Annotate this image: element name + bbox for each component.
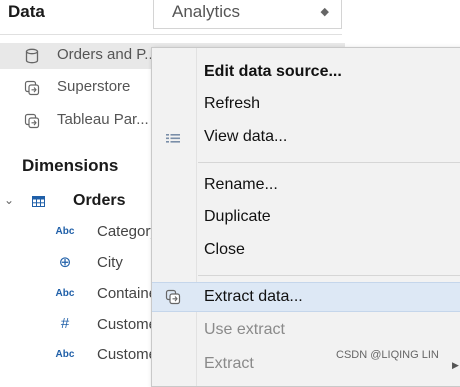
datasource-label: Tableau Par...: [57, 111, 149, 128]
menu-item-edit-data-source[interactable]: Edit data source...: [152, 58, 460, 88]
menu-item-extract-data[interactable]: Extract data...: [152, 282, 460, 312]
menu-item-label: Extract data...: [204, 288, 303, 305]
menu-item-use-extract[interactable]: Use extract: [152, 316, 460, 346]
linked-datasource-icon: [24, 80, 40, 96]
menu-item-label: Rename...: [204, 176, 278, 193]
datasource-label: Superstore: [57, 78, 131, 95]
linked-datasource-icon: [24, 113, 40, 129]
menu-item-label: Use extract: [204, 321, 285, 338]
number-type-icon: #: [60, 315, 70, 332]
extract-icon: [165, 289, 181, 305]
view-data-icon: [166, 134, 180, 143]
field-row[interactable]: Abc Category: [0, 221, 158, 245]
field-row[interactable]: # Customer ID: [0, 314, 181, 338]
dimensions-title: Dimensions: [22, 156, 119, 175]
menu-item-duplicate[interactable]: Duplicate: [152, 203, 460, 233]
sort-arrows-icon: ◆: [320, 6, 329, 18]
menu-item-label: Edit data source...: [204, 63, 342, 80]
menu-separator: [198, 162, 460, 163]
globe-icon: ⊕: [58, 254, 72, 271]
chevron-right-icon: ▶: [452, 360, 459, 370]
menu-item-close[interactable]: Close: [152, 236, 460, 266]
menu-item-label: Refresh: [204, 95, 261, 112]
data-panel-title: Data: [8, 2, 45, 21]
chevron-down-icon[interactable]: ⌄: [4, 193, 14, 207]
header-divider: [0, 34, 342, 35]
string-type-icon: Abc: [55, 349, 75, 360]
field-row[interactable]: Abc Customer Name: [0, 344, 207, 368]
field-row[interactable]: ⊕ City: [0, 252, 155, 276]
menu-item-rename[interactable]: Rename...: [152, 171, 460, 201]
menu-item-label: Duplicate: [204, 208, 271, 225]
string-type-icon: Abc: [55, 226, 75, 237]
field-label: City: [97, 254, 123, 271]
analytics-tab[interactable]: Analytics ◆: [153, 0, 342, 29]
menu-item-label: View data...: [204, 128, 288, 145]
menu-item-label: Close: [204, 241, 245, 258]
string-type-icon: Abc: [55, 288, 75, 299]
field-row[interactable]: Abc Container: [0, 283, 163, 307]
cylinder-icon: [25, 48, 39, 64]
menu-item-refresh[interactable]: Refresh: [152, 90, 460, 120]
menu-item-label: Extract: [204, 355, 254, 372]
datasource-label: Orders and P...: [57, 46, 157, 63]
analytics-tab-label: Analytics: [172, 2, 241, 21]
field-label: Category: [97, 223, 158, 240]
menu-item-view-data[interactable]: View data...: [152, 123, 460, 153]
table-name[interactable]: Orders: [73, 192, 125, 210]
watermark: CSDN @LIQING LIN: [336, 349, 439, 361]
context-menu: Edit data source... Refresh View data...…: [151, 47, 460, 387]
table-icon: [32, 196, 45, 207]
menu-separator: [198, 275, 460, 276]
